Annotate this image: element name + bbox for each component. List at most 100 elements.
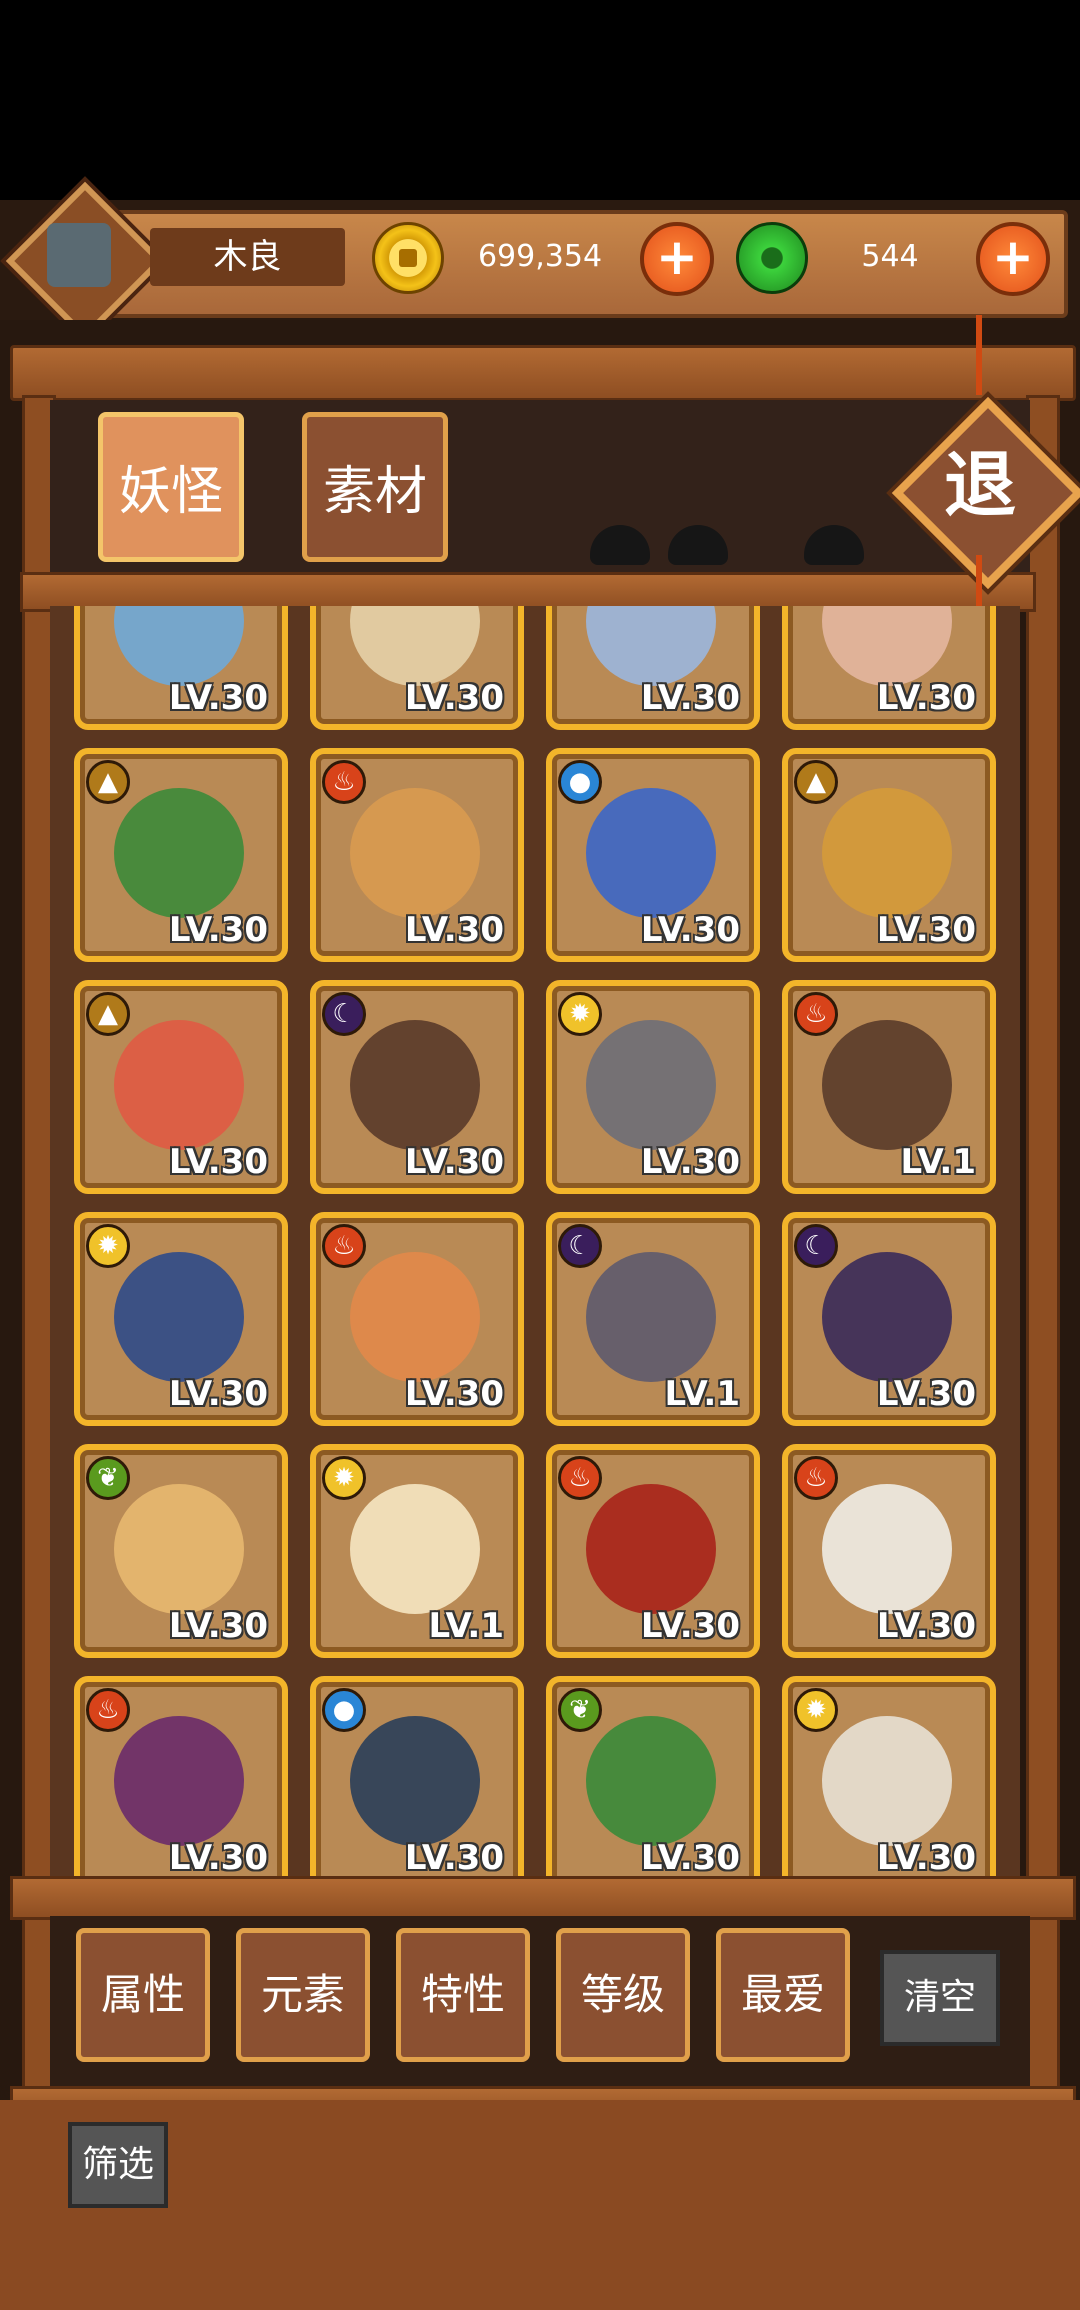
monster-card[interactable]: ▲ LV.30: [782, 748, 996, 962]
add-gold-button[interactable]: +: [640, 222, 714, 296]
monster-level: LV.30: [876, 678, 976, 718]
monster-portrait: [350, 1716, 480, 1846]
fire-element-icon: ♨: [322, 1224, 366, 1268]
monster-card[interactable]: ♨ LV.1: [782, 980, 996, 1194]
monster-portrait: [350, 1252, 480, 1382]
monster-level: LV.30: [168, 1838, 268, 1876]
monster-card[interactable]: ♨ LV.30: [310, 1212, 524, 1426]
monster-level: LV.30: [168, 1374, 268, 1414]
fire-element-icon: ♨: [794, 992, 838, 1036]
dark-element-icon: ☾: [558, 1224, 602, 1268]
monster-portrait: [586, 1716, 716, 1846]
sift-button[interactable]: 筛选: [68, 2122, 168, 2208]
monster-card[interactable]: ▲ LV.30: [74, 980, 288, 1194]
monster-card[interactable]: ✹ LV.30: [782, 1676, 996, 1876]
monster-card[interactable]: ▲ LV.30: [74, 748, 288, 962]
monster-card[interactable]: LV.30: [546, 606, 760, 730]
monster-portrait: [350, 1484, 480, 1614]
monster-portrait: [114, 1484, 244, 1614]
light-element-icon: ✹: [794, 1688, 838, 1732]
monster-level: LV.30: [168, 1606, 268, 1646]
monster-level: LV.1: [664, 1374, 741, 1414]
monster-portrait: [114, 788, 244, 918]
status-bar-area: [0, 0, 1080, 200]
monster-level: LV.30: [404, 910, 504, 950]
monster-card[interactable]: LV.30: [74, 606, 288, 730]
clear-button[interactable]: 清空: [880, 1950, 1000, 2046]
monster-level: LV.30: [640, 1142, 740, 1182]
monster-card[interactable]: ✹ LV.30: [546, 980, 760, 1194]
wood-element-icon: ❦: [558, 1688, 602, 1732]
monster-card[interactable]: ☾ LV.1: [546, 1212, 760, 1426]
right-post: [1026, 395, 1060, 2111]
monster-portrait: [822, 1252, 952, 1382]
fire-element-icon: ♨: [558, 1456, 602, 1500]
monster-card[interactable]: ♨ LV.30: [74, 1676, 288, 1876]
player-avatar[interactable]: [5, 181, 165, 341]
filter-level-button[interactable]: 等级: [556, 1928, 690, 2062]
monster-level: LV.30: [876, 1606, 976, 1646]
monster-level: LV.1: [900, 1142, 977, 1182]
monster-level: LV.30: [404, 1374, 504, 1414]
monster-portrait: [350, 788, 480, 918]
monster-card[interactable]: ✹ LV.30: [74, 1212, 288, 1426]
earth-element-icon: ▲: [794, 760, 838, 804]
add-jade-button[interactable]: +: [976, 222, 1050, 296]
monster-portrait: [586, 1020, 716, 1150]
monster-portrait: [822, 606, 952, 686]
monster-portrait: [114, 1252, 244, 1382]
water-element-icon: ●: [322, 1688, 366, 1732]
monster-portrait: [114, 1020, 244, 1150]
monster-portrait: [114, 606, 244, 686]
jade-amount: 544: [861, 239, 919, 274]
monster-card[interactable]: LV.30: [310, 606, 524, 730]
lantern-icon: [47, 223, 111, 287]
monster-card[interactable]: ● LV.30: [310, 1676, 524, 1876]
exit-button[interactable]: 退: [890, 315, 1080, 625]
monster-card[interactable]: ♨ LV.30: [310, 748, 524, 962]
monster-card[interactable]: ♨ LV.30: [546, 1444, 760, 1658]
monster-level: LV.1: [428, 1606, 505, 1646]
player-name: 木良: [150, 228, 345, 286]
light-element-icon: ✹: [558, 992, 602, 1036]
filter-favorite-button[interactable]: 最爱: [716, 1928, 850, 2062]
monster-level: LV.30: [876, 1374, 976, 1414]
filter-attribute-button[interactable]: 属性: [76, 1928, 210, 2062]
monster-level: LV.30: [168, 910, 268, 950]
monster-card[interactable]: ♨ LV.30: [782, 1444, 996, 1658]
monster-portrait: [350, 1020, 480, 1150]
filter-element-button[interactable]: 元素: [236, 1928, 370, 2062]
earth-element-icon: ▲: [86, 760, 130, 804]
monster-level: LV.30: [404, 678, 504, 718]
monster-portrait: [586, 788, 716, 918]
monster-level: LV.30: [404, 1838, 504, 1876]
filter-trait-button[interactable]: 特性: [396, 1928, 530, 2062]
monster-portrait: [586, 1484, 716, 1614]
monster-card[interactable]: ❦ LV.30: [546, 1676, 760, 1876]
dark-element-icon: ☾: [322, 992, 366, 1036]
exit-label: 退: [943, 443, 1016, 527]
dark-element-icon: ☾: [794, 1224, 838, 1268]
monster-portrait: [822, 1716, 952, 1846]
monster-card[interactable]: LV.30: [782, 606, 996, 730]
monster-card[interactable]: ● LV.30: [546, 748, 760, 962]
monster-level: LV.30: [168, 678, 268, 718]
monster-card[interactable]: ☾ LV.30: [782, 1212, 996, 1426]
fire-element-icon: ♨: [86, 1688, 130, 1732]
tab-materials[interactable]: 素材: [302, 412, 448, 562]
monster-card[interactable]: ❦ LV.30: [74, 1444, 288, 1658]
monster-card[interactable]: ☾ LV.30: [310, 980, 524, 1194]
monster-level: LV.30: [876, 910, 976, 950]
gold-amount: 699,354: [477, 239, 603, 274]
monster-level: LV.30: [876, 1838, 976, 1876]
fire-element-icon: ♨: [322, 760, 366, 804]
monster-grid[interactable]: LV.30 LV.30 LV.30 LV.30 ▲ LV.30 ♨ LV.30 ● LV.30 ▲ L…: [50, 606, 1020, 1876]
wood-element-icon: ❦: [86, 1456, 130, 1500]
bottom-beam: [10, 1876, 1076, 1920]
monster-portrait: [114, 1716, 244, 1846]
monster-card[interactable]: ✹ LV.1: [310, 1444, 524, 1658]
tab-monsters[interactable]: 妖怪: [98, 412, 244, 562]
gold-coin-icon: [372, 222, 444, 294]
water-element-icon: ●: [558, 760, 602, 804]
jade-icon: [736, 222, 808, 294]
